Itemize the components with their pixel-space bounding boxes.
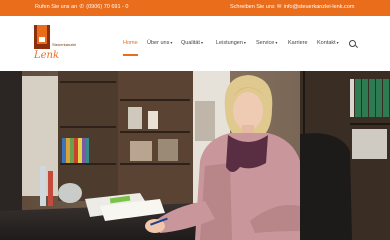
nav-item-karriere[interactable]: Karriere	[288, 40, 308, 46]
nav-item-ueber-uns[interactable]: Über uns▾	[147, 40, 172, 46]
mail-label: Schreiben Sie uns	[230, 4, 275, 10]
nav-label-karriere: Karriere	[288, 40, 308, 46]
site-logo[interactable]: Steuerkanzlei Lenk	[34, 23, 77, 63]
site-header: Steuerkanzlei Lenk Home Über uns▾ Qualit…	[0, 16, 390, 71]
call-label: Rufen Sie uns an	[35, 4, 78, 10]
nav-label-kontakt: Kontakt	[317, 40, 336, 46]
chevron-down-icon: ▾	[336, 40, 339, 45]
email-contact[interactable]: Schreiben Sie uns ✉ info@steuerkanzlei-l…	[230, 4, 354, 10]
chevron-down-icon: ▾	[200, 40, 203, 45]
logo-tagline: Steuerkanzlei	[52, 42, 77, 47]
nav-label-service: Service	[256, 40, 275, 46]
nav-item-qualitaet[interactable]: Qualität▾	[181, 40, 203, 46]
nav-item-kontakt[interactable]: Kontakt▾	[317, 40, 339, 46]
nav-label-qualitaet: Qualität	[181, 40, 200, 46]
nav-item-service[interactable]: Service▾	[256, 40, 277, 46]
office-photo	[0, 71, 390, 240]
envelope-icon: ✉	[276, 4, 282, 10]
phone-contact[interactable]: Rufen Sie uns an ✆ (0906) 70 691 - 0	[35, 4, 128, 10]
chevron-down-icon: ▾	[243, 40, 246, 45]
hero-image	[0, 71, 390, 240]
email-address[interactable]: info@steuerkanzlei-lenk.com	[284, 4, 355, 10]
search-icon[interactable]	[348, 39, 358, 49]
logo-mark-notch	[39, 37, 45, 42]
phone-number[interactable]: (0906) 70 691 - 0	[86, 4, 128, 10]
top-contact-bar: Rufen Sie uns an ✆ (0906) 70 691 - 0 Sch…	[0, 0, 390, 16]
phone-icon: ✆	[79, 4, 85, 10]
nav-label-home: Home	[123, 40, 138, 46]
search-handle	[354, 45, 358, 49]
nav-label-leistungen: Leistungen	[216, 40, 243, 46]
logo-brand: Lenk	[34, 50, 60, 61]
nav-item-home[interactable]: Home	[123, 40, 138, 56]
chevron-down-icon: ▾	[170, 40, 173, 45]
nav-item-leistungen[interactable]: Leistungen▾	[216, 40, 246, 46]
nav-label-ueber-uns: Über uns	[147, 40, 170, 46]
active-underline	[123, 54, 138, 56]
chevron-down-icon: ▾	[275, 40, 278, 45]
